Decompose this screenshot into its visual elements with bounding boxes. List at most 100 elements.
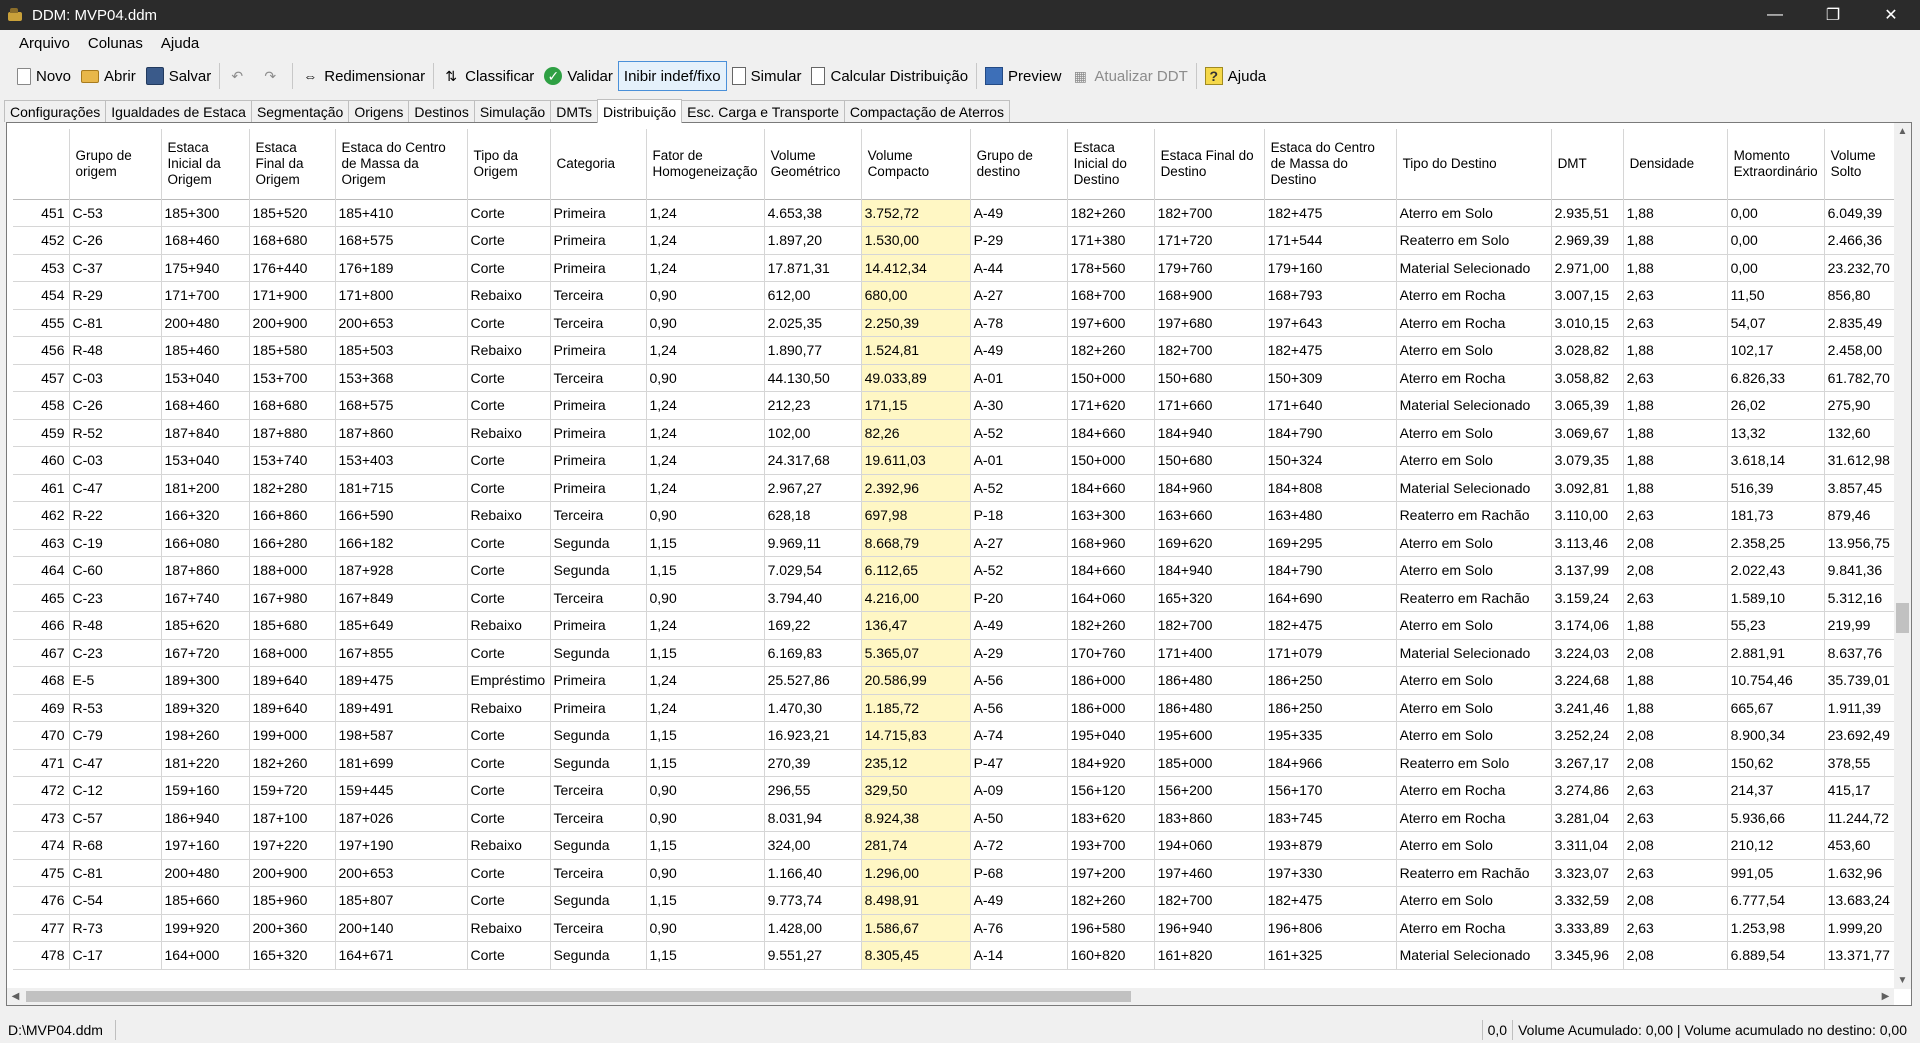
table-cell[interactable]: Corte xyxy=(467,391,551,420)
table-cell[interactable]: Corte xyxy=(467,364,551,392)
table-row[interactable]: 460 C-03 153+040 153+740 153+403 Corte Primeir… xyxy=(13,446,1911,475)
restore-button[interactable]: ❐ xyxy=(1804,0,1862,30)
table-cell[interactable]: 171+544 xyxy=(1264,226,1397,255)
table-cell[interactable]: Primeira xyxy=(550,419,647,447)
table-cell[interactable]: 1,88 xyxy=(1623,694,1728,722)
table-cell[interactable]: 2.358,25 xyxy=(1727,529,1825,557)
table-cell[interactable]: 166+080 xyxy=(161,529,250,557)
table-cell[interactable]: Terceira xyxy=(550,859,647,887)
abrir-button[interactable]: Abrir xyxy=(76,61,141,91)
table-cell[interactable]: 1.890,77 xyxy=(764,336,862,365)
table-cell[interactable]: 167+980 xyxy=(249,584,336,612)
table-cell[interactable]: 184+660 xyxy=(1067,474,1155,502)
table-row[interactable]: 475 C-81 200+480 200+900 200+653 Corte Terceir… xyxy=(13,859,1911,887)
table-cell[interactable]: 171+800 xyxy=(335,281,468,310)
table-cell[interactable]: 0,90 xyxy=(646,309,765,337)
table-cell[interactable]: 0,90 xyxy=(646,364,765,392)
table-cell[interactable]: 3.069,67 xyxy=(1551,419,1624,447)
table-cell[interactable]: Aterro em Solo xyxy=(1396,446,1552,475)
table-cell[interactable]: 200+653 xyxy=(335,859,468,887)
table-cell[interactable]: 195+040 xyxy=(1067,721,1155,750)
table-cell[interactable]: 153+040 xyxy=(161,364,250,392)
table-cell[interactable]: 1,24 xyxy=(646,611,765,640)
table-cell[interactable]: 187+100 xyxy=(249,804,336,832)
table-row[interactable]: 472 C-12 159+160 159+720 159+445 Corte Terceir… xyxy=(13,776,1911,805)
table-cell[interactable]: Aterro em Rocha xyxy=(1396,309,1552,337)
table-cell[interactable]: 182+475 xyxy=(1264,886,1397,915)
table-cell[interactable]: 184+920 xyxy=(1067,749,1155,777)
preview-button[interactable]: Preview xyxy=(980,61,1066,91)
table-row[interactable]: 477 R-73 199+920 200+360 200+140 Rebaixo Terce… xyxy=(13,914,1911,942)
table-cell[interactable]: 54,07 xyxy=(1727,309,1825,337)
table-cell[interactable]: Corte xyxy=(467,886,551,915)
table-cell[interactable]: 165+320 xyxy=(249,941,336,970)
table-cell[interactable]: 161+820 xyxy=(1154,941,1265,970)
table-cell[interactable]: 150+324 xyxy=(1264,446,1397,475)
table-cell[interactable]: 3.174,06 xyxy=(1551,611,1624,640)
row-number-cell[interactable]: 457 xyxy=(13,364,70,392)
table-cell[interactable]: 167+720 xyxy=(161,639,250,667)
table-cell[interactable]: Terceira xyxy=(550,364,647,392)
table-cell[interactable]: 1,88 xyxy=(1623,611,1728,640)
column-header[interactable]: Fator de Homogeneização xyxy=(646,129,765,199)
table-cell[interactable]: 171+700 xyxy=(161,281,250,310)
table-row[interactable]: 457 C-03 153+040 153+700 153+368 Corte Terceir… xyxy=(13,364,1911,392)
table-cell[interactable]: 195+335 xyxy=(1264,721,1397,750)
table-cell[interactable]: 187+860 xyxy=(335,419,468,447)
table-cell[interactable]: 185+680 xyxy=(249,611,336,640)
simular-button[interactable]: Simular xyxy=(727,61,807,91)
table-cell[interactable]: 159+445 xyxy=(335,776,468,805)
tab-esc-carga-transporte[interactable]: Esc. Carga e Transporte xyxy=(681,100,845,122)
table-cell[interactable]: C-03 xyxy=(69,446,162,475)
table-cell[interactable]: 185+410 xyxy=(335,199,468,227)
table-cell[interactable]: 197+200 xyxy=(1067,859,1155,887)
table-cell[interactable]: 3.345,96 xyxy=(1551,941,1624,970)
table-cell[interactable]: A-27 xyxy=(970,529,1068,557)
table-cell[interactable]: 166+280 xyxy=(249,529,336,557)
table-cell[interactable]: 184+660 xyxy=(1067,556,1155,585)
table-cell[interactable]: 2,63 xyxy=(1623,804,1728,832)
table-cell[interactable]: A-78 xyxy=(970,309,1068,337)
table-cell[interactable]: 2.392,96 xyxy=(861,474,971,502)
table-cell[interactable]: Terceira xyxy=(550,914,647,942)
table-cell[interactable]: Aterro em Solo xyxy=(1396,694,1552,722)
table-cell[interactable]: Primeira xyxy=(550,694,647,722)
table-cell[interactable]: A-49 xyxy=(970,199,1068,227)
table-cell[interactable]: Terceira xyxy=(550,804,647,832)
column-header[interactable]: Grupo de destino xyxy=(970,129,1068,199)
table-cell[interactable]: A-49 xyxy=(970,336,1068,365)
table-cell[interactable]: 0,90 xyxy=(646,804,765,832)
table-cell[interactable]: Aterro em Rocha xyxy=(1396,914,1552,942)
table-cell[interactable]: 159+160 xyxy=(161,776,250,805)
table-cell[interactable]: 187+840 xyxy=(161,419,250,447)
table-row[interactable]: 478 C-17 164+000 165+320 164+671 Corte Segunda… xyxy=(13,941,1911,970)
row-number-cell[interactable]: 477 xyxy=(13,914,70,942)
table-cell[interactable]: 171+660 xyxy=(1154,391,1265,420)
row-number-cell[interactable]: 451 xyxy=(13,199,70,227)
table-cell[interactable]: 3.159,24 xyxy=(1551,584,1624,612)
table-cell[interactable]: 197+680 xyxy=(1154,309,1265,337)
table-cell[interactable]: 2.881,91 xyxy=(1727,639,1825,667)
table-cell[interactable]: 153+040 xyxy=(161,446,250,475)
row-number-cell[interactable]: 463 xyxy=(13,529,70,557)
table-cell[interactable]: A-44 xyxy=(970,254,1068,282)
table-cell[interactable]: 1.253,98 xyxy=(1727,914,1825,942)
table-cell[interactable]: 1.185,72 xyxy=(861,694,971,722)
novo-button[interactable]: Novo xyxy=(12,61,76,91)
table-cell[interactable]: 16.923,21 xyxy=(764,721,862,750)
tab-distribuicao[interactable]: Distribuição xyxy=(597,99,683,123)
table-cell[interactable]: A-72 xyxy=(970,831,1068,860)
table-cell[interactable]: 186+940 xyxy=(161,804,250,832)
table-cell[interactable]: 150,62 xyxy=(1727,749,1825,777)
table-cell[interactable]: 153+700 xyxy=(249,364,336,392)
classificar-button[interactable]: ⇅ Classificar xyxy=(437,61,539,91)
redo-button[interactable]: ↷ xyxy=(256,61,289,91)
table-cell[interactable]: 136,47 xyxy=(861,611,971,640)
table-cell[interactable]: 153+740 xyxy=(249,446,336,475)
table-cell[interactable]: 3.618,14 xyxy=(1727,446,1825,475)
table-cell[interactable]: 166+182 xyxy=(335,529,468,557)
table-cell[interactable]: 1,88 xyxy=(1623,446,1728,475)
table-cell[interactable]: C-23 xyxy=(69,584,162,612)
table-cell[interactable]: P-20 xyxy=(970,584,1068,612)
table-cell[interactable]: 1,24 xyxy=(646,254,765,282)
